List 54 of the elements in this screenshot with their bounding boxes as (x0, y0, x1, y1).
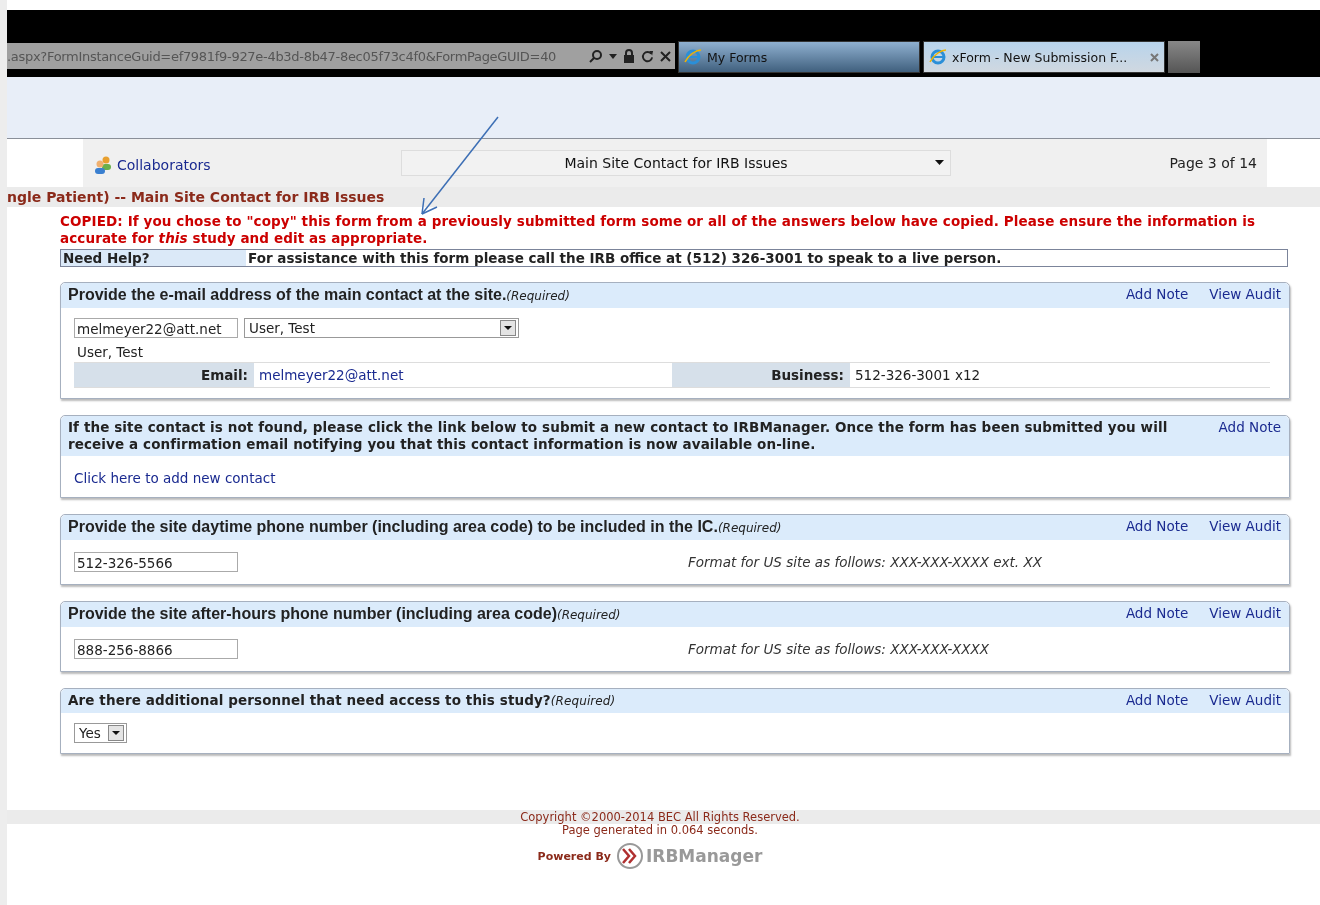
browser-logo-icon (684, 48, 702, 66)
page-indicator: Page 3 of 14 (1169, 155, 1257, 171)
page-dropdown[interactable]: Main Site Contact for IRB Issues (401, 150, 951, 176)
close-icon[interactable] (660, 50, 671, 62)
caret-icon (108, 725, 124, 741)
format-hint: Format for US site as follows: XXX-XXX-XXXX (688, 641, 989, 657)
question-text: Provide the e-mail address of the main contact at the site.(Required) (68, 286, 571, 305)
browser-tab[interactable]: My Forms (678, 41, 920, 73)
question-link[interactable]: Add Note (1125, 692, 1189, 708)
add-contact-link[interactable]: Click here to add new contact (74, 470, 276, 486)
field-label: Email: (74, 363, 254, 387)
phone-input[interactable]: 888-256-8866 (74, 639, 238, 659)
caret-icon (935, 160, 944, 165)
question-link[interactable]: View Audit (1209, 692, 1281, 708)
question-text: Provide the site after-hours phone number (including area code)(Required) (68, 605, 622, 624)
business-phone: 512-326-3001 x12 (854, 366, 982, 385)
refresh-icon[interactable] (641, 49, 654, 63)
browser-tab[interactable]: xForm - New Submission F... (923, 41, 1165, 73)
copied-notice: COPIED: If you chose to "copy" this form from a previously submitted form some or all of the answers below have copied. Please ensure the information is accurate for this study and edit as appropriate. (60, 213, 1257, 247)
brand-logo-text: IRBManager (646, 846, 763, 866)
help-label: Need Help? (61, 250, 246, 266)
question-link[interactable]: Add Note (1125, 518, 1189, 534)
url-text: .aspx?FormInstanceGuid=ef7981f9-927e-4b3d-8b47-8ec05f73c4f0&FormPageGUID=40 (7, 48, 558, 64)
question-link[interactable]: Add Note (1125, 286, 1189, 302)
phone-input[interactable]: 512-326-5566 (74, 552, 238, 572)
email-input[interactable]: melmeyer22@att.net (74, 318, 238, 338)
people-icon (93, 156, 113, 174)
question-text: Provide the site daytime phone number (including area code) to be included in the IC.(Required) (68, 518, 783, 537)
question-text: If the site contact is not found, please click the link below to submit a new contact to IRBManager. Once the form has been submitted you will receive a confirmation email notifying you that this contact information is now available on-line. (68, 419, 1169, 453)
form-title: ngle Patient) -- Main Site Contact for IRB Issues (7, 189, 385, 205)
search-icon[interactable] (589, 49, 603, 63)
help-text: For assistance with this form please call the IRB office at (512) 326-3001 to speak to a live person. (247, 250, 1002, 266)
question-link[interactable]: View Audit (1209, 286, 1281, 302)
question-link[interactable]: Add Note (1218, 419, 1281, 435)
format-hint: Format for US site as follows: XXX-XXX-XXXX ext. XX (688, 554, 1042, 570)
browser-logo-icon (929, 48, 947, 66)
lock-icon (623, 49, 635, 63)
close-tab-icon[interactable] (1150, 52, 1159, 62)
collaborators-link[interactable]: Collaborators (93, 152, 401, 174)
contact-name: User, Test (76, 343, 144, 362)
powered-by-text: Powered By (537, 849, 611, 863)
caret-icon (500, 320, 516, 336)
field-label: Business: (672, 363, 850, 387)
contact-dropdown[interactable]: User, Test (244, 318, 519, 338)
chevron-logo-icon (616, 843, 644, 869)
copyright-text: Copyright ©2000-2014 BEC All Rights Reserved. (520, 810, 800, 824)
dropdown-arrow-icon[interactable] (609, 53, 617, 59)
answer-dropdown[interactable]: Yes (74, 723, 127, 743)
question-link[interactable]: View Audit (1209, 605, 1281, 621)
question-text: Are there additional personnel that need access to this study?(Required) (68, 692, 617, 710)
generated-text: Page generated in 0.064 seconds. (562, 824, 759, 837)
question-link[interactable]: Add Note (1125, 605, 1189, 621)
question-link[interactable]: View Audit (1209, 518, 1281, 534)
email-value: melmeyer22@att.net (258, 366, 405, 385)
